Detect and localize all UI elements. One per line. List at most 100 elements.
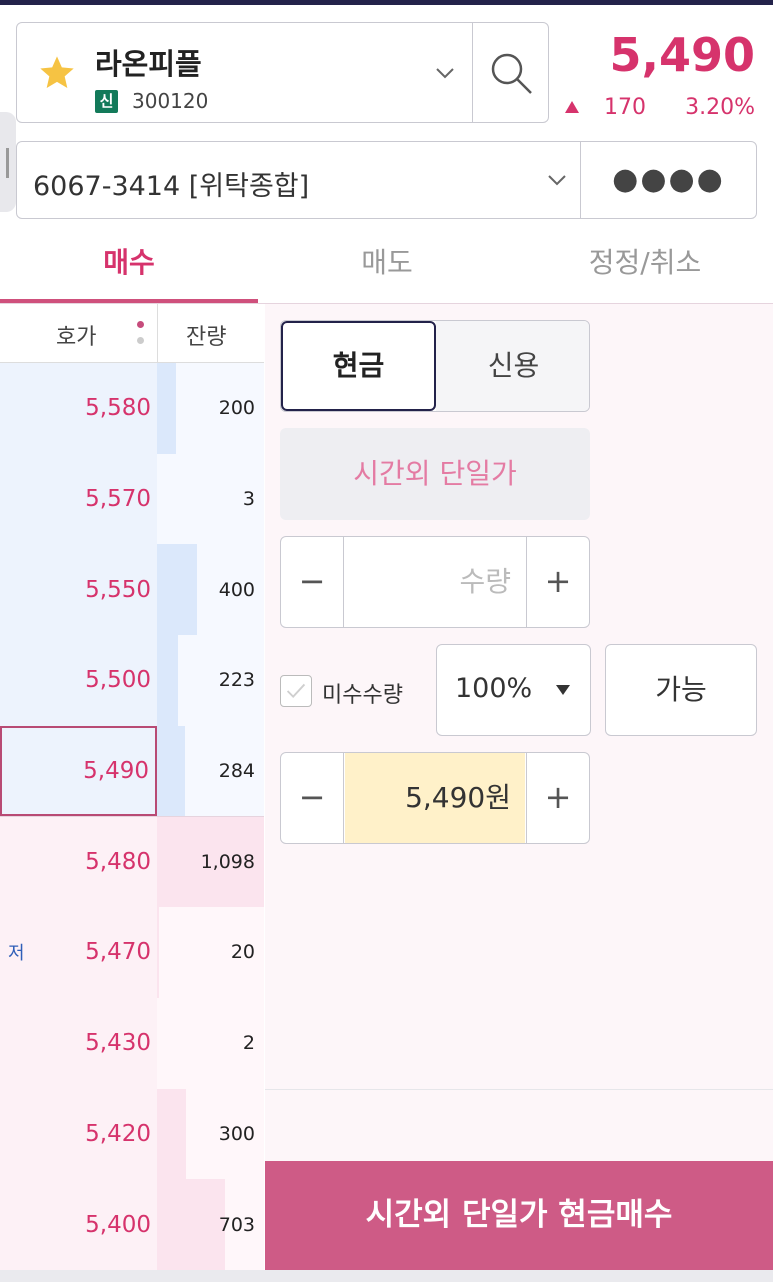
price-cell[interactable]: 5,490 — [0, 725, 157, 817]
order-price: 5,550 — [85, 576, 151, 603]
account-selector[interactable]: 6067-3414 [위탁종합] — [16, 141, 581, 219]
order-book-rows: 5,580 200 5,570 3 5,550 400 5,500 223 5,490 284 5,… — [0, 363, 264, 1270]
settings-dot-icon[interactable] — [137, 337, 144, 344]
quantity-cell: 200 — [157, 363, 264, 454]
bid-row[interactable]: 5,430 2 — [0, 997, 264, 1089]
cash-option[interactable]: 현금 — [281, 321, 436, 411]
ask-row[interactable]: 5,500 223 — [0, 635, 264, 726]
order-quantity: 20 — [230, 941, 255, 964]
price-cell[interactable]: 5,570 — [0, 453, 157, 545]
submit-buy-button[interactable]: 시간외 단일가 현금매수 — [265, 1161, 773, 1270]
account-label: 6067-3414 [위탁종합] — [33, 171, 310, 202]
quantity-cell: 1,098 — [157, 817, 264, 908]
price-cell[interactable]: 저 5,470 — [0, 907, 157, 998]
quantity-cell: 300 — [157, 1088, 264, 1180]
available-quantity-button[interactable]: 가능 — [605, 644, 757, 736]
order-tabs: 매수 매도 정정/취소 — [0, 232, 773, 304]
price-change-percent: 3.20% — [685, 95, 755, 120]
credit-option[interactable]: 신용 — [436, 321, 589, 411]
password-mask: ●●●● — [612, 162, 725, 197]
payment-type-toggle: 신용 현금 — [280, 320, 590, 412]
quantity-stepper: − 수량 + — [280, 536, 590, 628]
price-input[interactable]: 5,490원 — [345, 753, 525, 843]
bid-row[interactable]: 5,400 703 — [0, 1179, 264, 1270]
header-quantity: 잔량 — [186, 325, 227, 350]
drawer-grip-icon — [6, 148, 9, 178]
caret-down-icon — [556, 685, 570, 695]
divider — [157, 304, 158, 362]
day-low-marker: 저 — [8, 943, 25, 965]
quantity-cell: 3 — [157, 453, 264, 545]
order-quantity: 284 — [218, 760, 255, 783]
quantity-minus-button[interactable]: − — [281, 537, 344, 627]
price-cell[interactable]: 5,480 — [0, 817, 157, 908]
stock-selector[interactable]: 라온피플 신 300120 — [16, 22, 549, 123]
password-field[interactable]: ●●●● — [580, 141, 757, 219]
quantity-cell: 284 — [157, 725, 264, 817]
price-cell[interactable]: 5,500 — [0, 635, 157, 726]
tab-buy[interactable]: 매수 — [0, 232, 258, 304]
unfilled-quantity-checkbox[interactable] — [280, 675, 312, 707]
active-tab-indicator — [0, 299, 258, 303]
quantity-input[interactable]: 수량 — [345, 537, 525, 627]
volume-bar — [157, 907, 159, 998]
price-change: 170 — [604, 95, 646, 120]
tab-sell[interactable]: 매도 — [258, 232, 516, 304]
ask-row[interactable]: 5,550 400 — [0, 544, 264, 636]
quantity-cell: 20 — [157, 907, 264, 998]
header-price: 호가 — [56, 325, 97, 350]
price-cell[interactable]: 5,580 — [0, 363, 157, 454]
quantity-plus-button[interactable]: + — [526, 537, 589, 627]
percent-value: 100% — [455, 673, 533, 704]
current-price: 5,490 — [609, 28, 755, 82]
order-quantity: 1,098 — [200, 851, 255, 874]
order-quantity: 200 — [218, 397, 255, 420]
volume-bar — [157, 1179, 225, 1270]
order-price: 5,470 — [85, 939, 151, 966]
order-quantity: 223 — [218, 669, 255, 692]
quantity-cell: 400 — [157, 544, 264, 636]
order-quantity: 300 — [218, 1122, 255, 1145]
price-plus-button[interactable]: + — [526, 753, 589, 843]
price-cell[interactable]: 5,400 — [0, 1179, 157, 1270]
bottom-navigation-edge — [0, 1270, 773, 1282]
quantity-cell: 2 — [157, 997, 264, 1089]
unfilled-quantity-label: 미수수량 — [322, 683, 403, 708]
order-quantity: 2 — [242, 1032, 255, 1055]
order-price: 5,490 — [83, 758, 149, 785]
chevron-down-icon[interactable] — [433, 61, 457, 85]
ask-row[interactable]: 5,580 200 — [0, 363, 264, 454]
price-cell[interactable]: 5,430 — [0, 997, 157, 1089]
ask-row[interactable]: 5,490 284 — [0, 725, 264, 817]
order-quantity: 703 — [218, 1213, 255, 1236]
order-book: 호가 잔량 5,580 200 5,570 3 5,550 400 5,500 223 5,49… — [0, 304, 264, 1270]
price-cell[interactable]: 5,420 — [0, 1088, 157, 1180]
check-icon — [286, 683, 306, 698]
order-price: 5,580 — [85, 395, 151, 422]
order-book-header: 호가 잔량 — [0, 304, 264, 363]
stock-code: 300120 — [132, 89, 209, 113]
bid-row[interactable]: 5,420 300 — [0, 1088, 264, 1180]
volume-bar — [157, 725, 185, 817]
order-price: 5,500 — [85, 667, 151, 694]
divider — [472, 23, 473, 122]
after-hours-single-price-button[interactable]: 시간외 단일가 — [280, 428, 590, 520]
chevron-down-icon — [548, 175, 566, 186]
search-icon[interactable] — [487, 49, 535, 97]
percent-select[interactable]: 100% — [436, 644, 591, 736]
order-quantity: 3 — [242, 488, 255, 511]
volume-bar — [157, 363, 176, 454]
ask-row[interactable]: 5,570 3 — [0, 453, 264, 545]
bid-row[interactable]: 저 5,470 20 — [0, 907, 264, 998]
divider — [265, 1089, 773, 1090]
tab-modify-cancel[interactable]: 정정/취소 — [516, 232, 773, 304]
price-cell[interactable]: 5,550 — [0, 544, 157, 636]
star-icon[interactable] — [37, 53, 77, 93]
credit-tag-badge: 신 — [95, 90, 118, 113]
quantity-cell: 703 — [157, 1179, 264, 1270]
order-price: 5,430 — [85, 1030, 151, 1057]
price-minus-button[interactable]: − — [281, 753, 344, 843]
bid-row[interactable]: 5,480 1,098 — [0, 816, 264, 908]
order-price: 5,570 — [85, 486, 151, 513]
settings-dot-icon[interactable] — [137, 321, 144, 328]
